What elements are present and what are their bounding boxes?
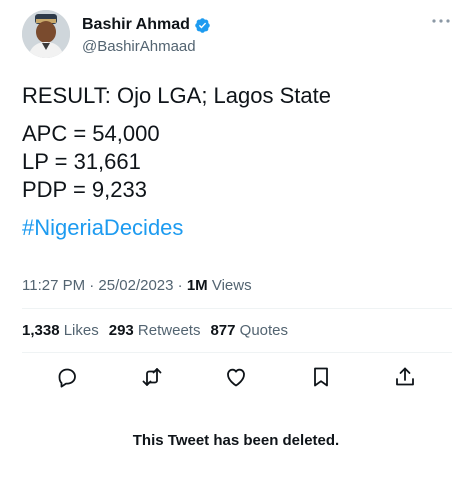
bookmark-icon[interactable] (309, 365, 335, 391)
retweets-stat[interactable]: 293 Retweets (109, 322, 201, 339)
tweet-line-lp: LP = 31,661 (22, 149, 141, 174)
views-label: Views (207, 277, 252, 294)
tweet-line-pdp: PDP = 9,233 (22, 177, 147, 202)
retweet-icon[interactable] (140, 365, 166, 391)
retweets-label: Retweets (133, 322, 201, 339)
tweet-header: Bashir Ahmad @BashirAhmaad (22, 10, 452, 62)
hashtag-link[interactable]: #NigeriaDecides (22, 214, 452, 242)
avatar-image (22, 10, 70, 58)
tweet-actions (22, 365, 452, 391)
retweets-count: 293 (108, 322, 134, 339)
tweet-text: RESULT: Ojo LGA; Lagos State APC = 54,00… (22, 82, 452, 242)
avatar[interactable] (22, 10, 70, 58)
reply-icon[interactable] (55, 365, 81, 391)
author-handle[interactable]: @BashirAhmaad (82, 38, 196, 55)
likes-stat[interactable]: 1,338 Likes (22, 322, 99, 339)
timestamp[interactable]: 11:27 PM · 25/02/2023 · (22, 277, 187, 294)
quotes-stat[interactable]: 877 Quotes (210, 322, 288, 339)
verified-badge-icon (194, 17, 211, 34)
likes-label: Likes (59, 322, 99, 339)
quotes-count: 877 (210, 322, 236, 339)
divider (22, 352, 452, 353)
share-icon[interactable] (393, 365, 419, 391)
author-name-row: Bashir Ahmad (82, 16, 211, 34)
tweet-line-apc: APC = 54,000 (22, 121, 160, 146)
author-display-name[interactable]: Bashir Ahmad (82, 16, 190, 34)
divider (22, 308, 452, 309)
views-count: 1M (186, 277, 208, 294)
like-icon[interactable] (224, 365, 250, 391)
quotes-label: Quotes (235, 322, 289, 339)
more-options-icon[interactable] (430, 14, 452, 28)
deleted-notice: This Tweet has been deleted. (132, 432, 340, 449)
tweet-meta: 11:27 PM · 25/02/2023 · 1M Views (22, 277, 252, 294)
tweet-stats: 1,338 Likes 293 Retweets 877 Quotes (22, 322, 288, 339)
likes-count: 1,338 (22, 322, 60, 339)
tweet-line-result: RESULT: Ojo LGA; Lagos State (22, 83, 331, 108)
